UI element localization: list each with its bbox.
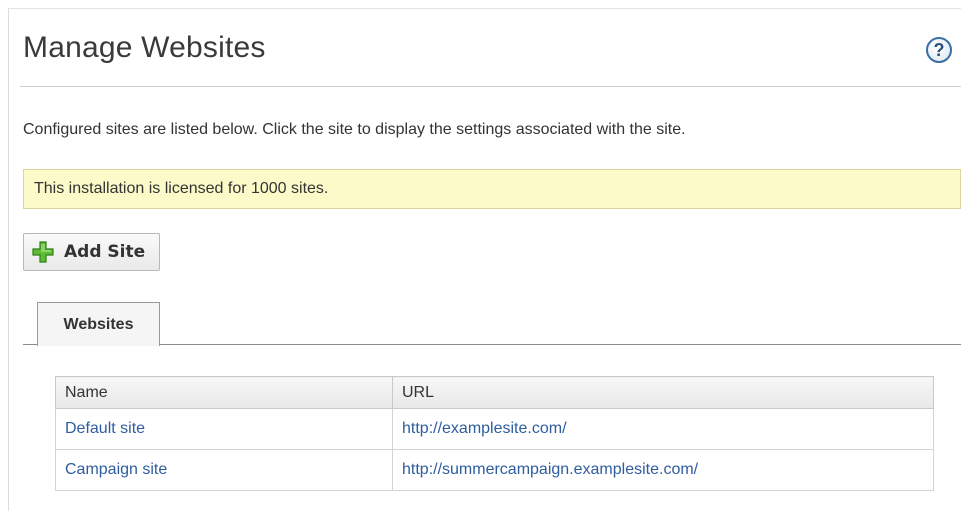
websites-table: Name URL Default site http://examplesite… bbox=[55, 376, 934, 491]
site-url-link[interactable]: http://examplesite.com/ bbox=[402, 420, 567, 437]
page-title: Manage Websites bbox=[23, 31, 266, 64]
help-question-icon[interactable]: ? bbox=[926, 37, 952, 63]
site-url-cell: http://examplesite.com/ bbox=[392, 408, 934, 450]
site-name-link[interactable]: Default site bbox=[65, 420, 145, 437]
site-name-link[interactable]: Campaign site bbox=[65, 461, 167, 478]
table-header-row: Name URL bbox=[55, 376, 934, 409]
column-header-name: Name bbox=[55, 376, 393, 409]
table-row[interactable]: Campaign site http://summercampaign.exam… bbox=[55, 449, 934, 491]
title-divider bbox=[20, 86, 961, 87]
site-name-cell: Default site bbox=[55, 408, 393, 450]
site-url-cell: http://summercampaign.examplesite.com/ bbox=[392, 449, 934, 491]
add-site-button[interactable]: Add Site bbox=[23, 233, 160, 271]
plus-icon bbox=[32, 241, 54, 263]
column-header-url: URL bbox=[392, 376, 934, 409]
add-site-label: Add Site bbox=[64, 242, 146, 262]
site-name-cell: Campaign site bbox=[55, 449, 393, 491]
table-row[interactable]: Default site http://examplesite.com/ bbox=[55, 408, 934, 450]
tab-bar-line bbox=[23, 344, 961, 345]
site-url-link[interactable]: http://summercampaign.examplesite.com/ bbox=[402, 461, 698, 478]
license-notice: This installation is licensed for 1000 s… bbox=[23, 169, 961, 209]
intro-text: Configured sites are listed below. Click… bbox=[23, 121, 686, 138]
tab-websites[interactable]: Websites bbox=[37, 302, 160, 346]
